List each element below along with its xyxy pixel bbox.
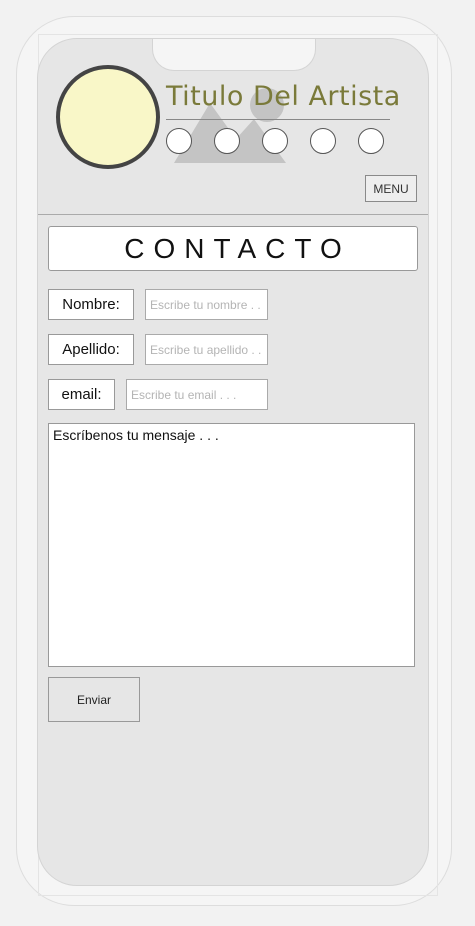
submit-button[interactable]: Enviar bbox=[48, 677, 140, 722]
social-link-2[interactable] bbox=[214, 128, 240, 154]
social-link-4[interactable] bbox=[310, 128, 336, 154]
header-divider bbox=[38, 214, 428, 215]
nombre-input[interactable] bbox=[145, 289, 268, 320]
social-link-1[interactable] bbox=[166, 128, 192, 154]
phone-notch bbox=[152, 39, 316, 71]
social-link-3[interactable] bbox=[262, 128, 288, 154]
message-textarea[interactable] bbox=[48, 423, 415, 667]
email-input[interactable] bbox=[126, 379, 268, 410]
page-title: CONTACTO bbox=[48, 226, 418, 271]
menu-button[interactable]: MENU bbox=[365, 175, 417, 202]
nombre-label: Nombre: bbox=[48, 289, 134, 320]
artist-title[interactable]: Titulo Del Artista bbox=[166, 81, 400, 113]
email-label: email: bbox=[48, 379, 115, 410]
social-link-5[interactable] bbox=[358, 128, 384, 154]
apellido-label: Apellido: bbox=[48, 334, 134, 365]
apellido-input[interactable] bbox=[145, 334, 268, 365]
title-underline bbox=[166, 119, 390, 120]
artist-logo[interactable] bbox=[56, 65, 160, 169]
phone-screen: Titulo Del Artista MENU CONTACTO Nombre:… bbox=[37, 38, 429, 886]
